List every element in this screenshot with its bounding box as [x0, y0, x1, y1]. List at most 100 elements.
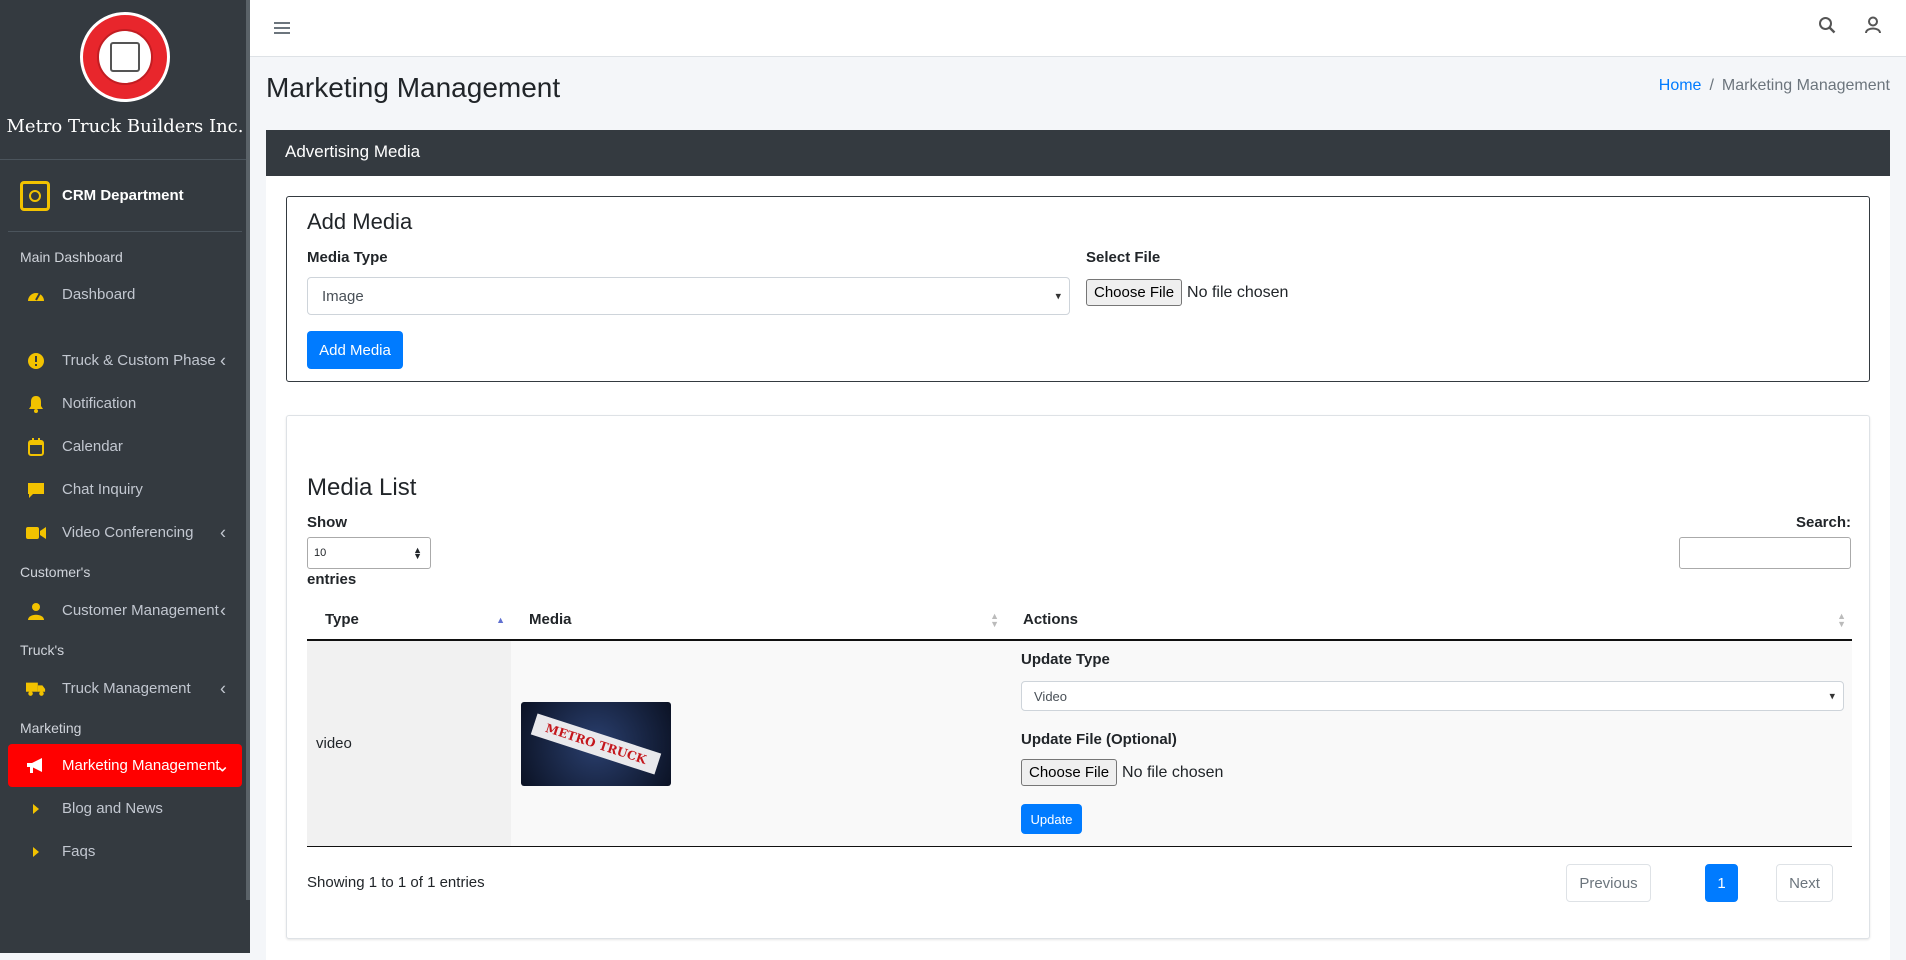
bell-icon: [26, 394, 46, 414]
exclamation-circle-icon: [26, 351, 46, 371]
sidebar-item-faqs[interactable]: Faqs: [8, 830, 242, 873]
brand-logo: [80, 12, 170, 102]
file-status: No file chosen: [1122, 763, 1224, 781]
update-type-value: Video: [1034, 688, 1068, 704]
advertising-media-card: Advertising Media Add Media Media Type I…: [266, 130, 1890, 960]
caret-right-icon: [26, 799, 46, 819]
caret-right-icon: [26, 842, 46, 862]
file-status: No file chosen: [1187, 283, 1289, 301]
sidebar-item-label: Dashboard: [62, 286, 136, 303]
thumbnail-logo-text: METRO TRUCK: [530, 712, 662, 775]
column-header-type[interactable]: Type ▲: [307, 600, 511, 641]
pagination-page-1[interactable]: 1: [1705, 864, 1738, 902]
sidebar-item-label: Faqs: [62, 843, 96, 860]
sidebar-item-calendar[interactable]: Calendar: [8, 425, 242, 468]
user-icon: [26, 601, 46, 621]
hamburger-menu-icon[interactable]: [274, 18, 290, 41]
update-type-label: Update Type: [1021, 651, 1110, 668]
sort-updown-icon: ▲ ▼: [413, 545, 422, 561]
topbar: [250, 0, 1906, 57]
pagination-next[interactable]: Next: [1776, 864, 1833, 902]
chevron-down-icon: ▾: [1055, 290, 1061, 303]
column-header-actions[interactable]: Actions ▲ ▼: [1005, 600, 1852, 641]
breadcrumb-current: Marketing Management: [1721, 77, 1890, 94]
department-label: CRM Department: [62, 187, 184, 204]
show-label: Show: [307, 514, 347, 531]
chevron-left-icon: ‹: [220, 678, 226, 698]
sort-icon: ▲ ▼: [1837, 610, 1846, 629]
actions-cell: Update Type Video ▾ Update File (Optiona…: [1005, 640, 1852, 847]
search-label: Search:: [1795, 514, 1851, 531]
sidebar-item-label: Marketing Management: [62, 757, 220, 774]
table-header-row: Type ▲ Media ▲ ▼ Actions ▲ ▼: [307, 600, 1852, 641]
entries-select[interactable]: 10 ▲ ▼: [307, 537, 431, 569]
sidebar-item-label: Customer Management: [62, 602, 219, 619]
media-type-value: Image: [322, 287, 364, 305]
sidebar-item-video-conferencing[interactable]: Video Conferencing ‹: [8, 511, 242, 554]
update-button[interactable]: Update: [1021, 804, 1082, 834]
department[interactable]: CRM Department: [8, 160, 242, 232]
nav-header-main: Main Dashboard: [20, 249, 123, 265]
choose-file-button[interactable]: Choose File: [1021, 759, 1118, 786]
sidebar-item-marketing-management[interactable]: Marketing Management ⌄: [8, 744, 242, 787]
breadcrumb: Home / Marketing Management: [1659, 77, 1890, 95]
select-file-input[interactable]: Choose File No file chosen: [1086, 279, 1288, 306]
card-title: Advertising Media: [266, 130, 1890, 176]
column-header-label: Media: [529, 611, 572, 628]
sidebar-item-notification[interactable]: Notification: [8, 382, 242, 425]
media-type-select[interactable]: Image ▾: [307, 277, 1070, 315]
chevron-left-icon: ‹: [220, 350, 226, 370]
sidebar-item-label: Calendar: [62, 438, 123, 455]
chevron-down-icon: ▾: [1829, 690, 1835, 703]
user-account-icon[interactable]: [1864, 16, 1884, 36]
chevron-left-icon: ‹: [220, 522, 226, 542]
chevron-left-icon: ‹: [220, 600, 226, 620]
sidebar-item-chat-inquiry[interactable]: Chat Inquiry: [8, 468, 242, 511]
breadcrumb-separator: /: [1709, 77, 1714, 94]
search-icon[interactable]: [1818, 16, 1838, 36]
chat-icon: [26, 480, 46, 500]
column-header-label: Actions: [1023, 611, 1079, 628]
update-file-input[interactable]: Choose File No file chosen: [1021, 759, 1223, 786]
sidebar-item-truck-management[interactable]: Truck Management ‹: [8, 667, 242, 710]
add-media-form: Add Media Media Type Image ▾ Select File…: [286, 196, 1870, 382]
nav-header-customers: Customer's: [20, 564, 91, 580]
update-type-select[interactable]: Video ▾: [1021, 681, 1844, 711]
sidebar: Metro Truck Builders Inc. CRM Department…: [0, 0, 250, 953]
breadcrumb-home-link[interactable]: Home: [1659, 77, 1702, 94]
media-type-label: Media Type: [307, 249, 388, 266]
sidebar-item-label: Chat Inquiry: [62, 481, 143, 498]
sidebar-item-customer-management[interactable]: Customer Management ‹: [8, 589, 242, 632]
media-list-title: Media List: [307, 474, 417, 501]
sidebar-item-truck-custom-phase[interactable]: Truck & Custom Phase ‹: [8, 339, 242, 382]
table-row: video METRO TRUCK Update Type Video ▾ Up…: [307, 640, 1852, 847]
sort-asc-icon: ▲: [496, 614, 505, 625]
media-list-panel: Media List Show 10 ▲ ▼ entries Search: Ty…: [286, 415, 1870, 939]
update-file-label: Update File (Optional): [1021, 731, 1177, 748]
add-media-title: Add Media: [307, 209, 413, 234]
column-header-media[interactable]: Media ▲ ▼: [511, 600, 1005, 641]
choose-file-button[interactable]: Choose File: [1086, 279, 1183, 306]
media-table: Type ▲ Media ▲ ▼ Actions ▲ ▼ video METRO…: [307, 600, 1852, 847]
chevron-down-icon: ⌄: [214, 755, 230, 775]
page-title: Marketing Management: [266, 72, 561, 103]
main-content: Marketing Management Home / Marketing Mana…: [250, 57, 1906, 960]
media-thumbnail[interactable]: METRO TRUCK: [521, 701, 671, 786]
sidebar-item-blog-news[interactable]: Blog and News: [8, 787, 242, 830]
pagination-previous[interactable]: Previous: [1566, 864, 1651, 902]
sidebar-item-label: Truck & Custom Phase: [62, 352, 216, 369]
table-search-input[interactable]: [1679, 537, 1851, 569]
gauge-icon: [26, 285, 46, 305]
truck-icon: [26, 679, 46, 699]
calendar-icon: [26, 437, 46, 457]
sidebar-item-label: Truck Management: [62, 680, 191, 697]
sidebar-item-label: Notification: [62, 395, 137, 412]
brand[interactable]: Metro Truck Builders Inc.: [0, 0, 250, 160]
video-camera-icon: [26, 523, 46, 543]
entries-value: 10: [314, 547, 327, 559]
media-type-cell: video: [307, 640, 511, 847]
add-media-button[interactable]: Add Media: [307, 331, 403, 369]
column-header-label: Type: [325, 611, 359, 628]
nav-header-marketing: Marketing: [20, 720, 82, 736]
sidebar-item-dashboard[interactable]: Dashboard: [8, 273, 242, 316]
